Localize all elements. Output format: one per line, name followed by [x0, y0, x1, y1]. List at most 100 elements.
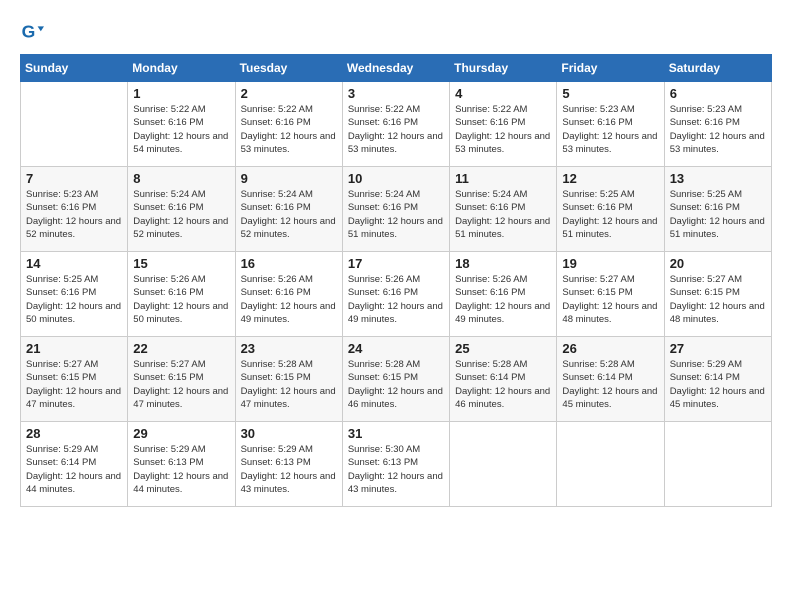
calendar-cell: 24 Sunrise: 5:28 AMSunset: 6:15 PMDayligh… — [342, 337, 449, 422]
calendar-cell: 27 Sunrise: 5:29 AMSunset: 6:14 PMDayligh… — [664, 337, 771, 422]
calendar-cell: 22 Sunrise: 5:27 AMSunset: 6:15 PMDayligh… — [128, 337, 235, 422]
day-number: 26 — [562, 341, 658, 356]
weekday-header-row: SundayMondayTuesdayWednesdayThursdayFrid… — [21, 55, 772, 82]
day-info: Sunrise: 5:28 AMSunset: 6:15 PMDaylight:… — [241, 358, 337, 411]
calendar-cell: 17 Sunrise: 5:26 AMSunset: 6:16 PMDayligh… — [342, 252, 449, 337]
calendar-cell: 3 Sunrise: 5:22 AMSunset: 6:16 PMDaylight… — [342, 82, 449, 167]
day-info: Sunrise: 5:22 AMSunset: 6:16 PMDaylight:… — [348, 103, 444, 156]
day-info: Sunrise: 5:25 AMSunset: 6:16 PMDaylight:… — [670, 188, 766, 241]
calendar-cell: 26 Sunrise: 5:28 AMSunset: 6:14 PMDayligh… — [557, 337, 664, 422]
calendar-cell: 31 Sunrise: 5:30 AMSunset: 6:13 PMDayligh… — [342, 422, 449, 507]
day-info: Sunrise: 5:26 AMSunset: 6:16 PMDaylight:… — [241, 273, 337, 326]
calendar-cell: 2 Sunrise: 5:22 AMSunset: 6:16 PMDaylight… — [235, 82, 342, 167]
calendar-cell: 8 Sunrise: 5:24 AMSunset: 6:16 PMDaylight… — [128, 167, 235, 252]
day-number: 9 — [241, 171, 337, 186]
day-info: Sunrise: 5:29 AMSunset: 6:13 PMDaylight:… — [133, 443, 229, 496]
day-number: 20 — [670, 256, 766, 271]
day-number: 19 — [562, 256, 658, 271]
day-info: Sunrise: 5:22 AMSunset: 6:16 PMDaylight:… — [455, 103, 551, 156]
day-info: Sunrise: 5:23 AMSunset: 6:16 PMDaylight:… — [562, 103, 658, 156]
day-info: Sunrise: 5:28 AMSunset: 6:15 PMDaylight:… — [348, 358, 444, 411]
calendar-cell: 23 Sunrise: 5:28 AMSunset: 6:15 PMDayligh… — [235, 337, 342, 422]
calendar-week-row: 14Sunrise: 5:25 AMSunset: 6:16 PMDayligh… — [21, 252, 772, 337]
day-number: 29 — [133, 426, 229, 441]
calendar-cell: 10 Sunrise: 5:24 AMSunset: 6:16 PMDayligh… — [342, 167, 449, 252]
day-info: Sunrise: 5:29 AMSunset: 6:14 PMDaylight:… — [670, 358, 766, 411]
day-info: Sunrise: 5:25 AMSunset: 6:16 PMDaylight:… — [26, 273, 122, 326]
calendar-cell: 30 Sunrise: 5:29 AMSunset: 6:13 PMDayligh… — [235, 422, 342, 507]
day-info: Sunrise: 5:28 AMSunset: 6:14 PMDaylight:… — [455, 358, 551, 411]
day-number: 12 — [562, 171, 658, 186]
day-number: 30 — [241, 426, 337, 441]
logo-icon: G — [20, 20, 44, 44]
day-number: 2 — [241, 86, 337, 101]
calendar-cell: 4Sunrise: 5:22 AMSunset: 6:16 PMDaylight… — [450, 82, 557, 167]
weekday-header-monday: Monday — [128, 55, 235, 82]
day-number: 10 — [348, 171, 444, 186]
day-number: 13 — [670, 171, 766, 186]
svg-text:G: G — [22, 22, 36, 42]
day-info: Sunrise: 5:24 AMSunset: 6:16 PMDaylight:… — [455, 188, 551, 241]
calendar-cell: 11 Sunrise: 5:24 AMSunset: 6:16 PMDayligh… — [450, 167, 557, 252]
day-info: Sunrise: 5:22 AMSunset: 6:16 PMDaylight:… — [133, 103, 229, 156]
day-info: Sunrise: 5:22 AMSunset: 6:16 PMDaylight:… — [241, 103, 337, 156]
day-number: 18 — [455, 256, 551, 271]
day-info: Sunrise: 5:29 AMSunset: 6:14 PMDaylight:… — [26, 443, 122, 496]
day-info: Sunrise: 5:25 AMSunset: 6:16 PMDaylight:… — [562, 188, 658, 241]
calendar-cell — [450, 422, 557, 507]
day-number: 28 — [26, 426, 122, 441]
day-number: 25 — [455, 341, 551, 356]
calendar-cell: 12 Sunrise: 5:25 AMSunset: 6:16 PMDayligh… — [557, 167, 664, 252]
day-number: 31 — [348, 426, 444, 441]
calendar-week-row: 28 Sunrise: 5:29 AMSunset: 6:14 PMDayligh… — [21, 422, 772, 507]
day-info: Sunrise: 5:24 AMSunset: 6:16 PMDaylight:… — [241, 188, 337, 241]
day-number: 23 — [241, 341, 337, 356]
calendar-table: SundayMondayTuesdayWednesdayThursdayFrid… — [20, 54, 772, 507]
calendar-cell — [664, 422, 771, 507]
day-number: 17 — [348, 256, 444, 271]
day-info: Sunrise: 5:28 AMSunset: 6:14 PMDaylight:… — [562, 358, 658, 411]
calendar-cell: 18Sunrise: 5:26 AMSunset: 6:16 PMDayligh… — [450, 252, 557, 337]
day-number: 7 — [26, 171, 122, 186]
day-info: Sunrise: 5:27 AMSunset: 6:15 PMDaylight:… — [26, 358, 122, 411]
calendar-cell: 21Sunrise: 5:27 AMSunset: 6:15 PMDayligh… — [21, 337, 128, 422]
day-info: Sunrise: 5:23 AMSunset: 6:16 PMDaylight:… — [670, 103, 766, 156]
calendar-cell: 14Sunrise: 5:25 AMSunset: 6:16 PMDayligh… — [21, 252, 128, 337]
weekday-header-friday: Friday — [557, 55, 664, 82]
day-info: Sunrise: 5:23 AMSunset: 6:16 PMDaylight:… — [26, 188, 122, 241]
calendar-week-row: 21Sunrise: 5:27 AMSunset: 6:15 PMDayligh… — [21, 337, 772, 422]
day-number: 16 — [241, 256, 337, 271]
calendar-cell: 20 Sunrise: 5:27 AMSunset: 6:15 PMDayligh… — [664, 252, 771, 337]
calendar-cell: 28 Sunrise: 5:29 AMSunset: 6:14 PMDayligh… — [21, 422, 128, 507]
header: G — [20, 20, 772, 44]
day-number: 3 — [348, 86, 444, 101]
calendar-cell: 1Sunrise: 5:22 AMSunset: 6:16 PMDaylight… — [128, 82, 235, 167]
day-number: 27 — [670, 341, 766, 356]
day-info: Sunrise: 5:27 AMSunset: 6:15 PMDaylight:… — [133, 358, 229, 411]
calendar-cell — [557, 422, 664, 507]
day-number: 8 — [133, 171, 229, 186]
day-info: Sunrise: 5:27 AMSunset: 6:15 PMDaylight:… — [562, 273, 658, 326]
calendar-cell: 16 Sunrise: 5:26 AMSunset: 6:16 PMDayligh… — [235, 252, 342, 337]
calendar-cell: 5Sunrise: 5:23 AMSunset: 6:16 PMDaylight… — [557, 82, 664, 167]
calendar-cell: 13 Sunrise: 5:25 AMSunset: 6:16 PMDayligh… — [664, 167, 771, 252]
calendar-cell: 19 Sunrise: 5:27 AMSunset: 6:15 PMDayligh… — [557, 252, 664, 337]
day-number: 22 — [133, 341, 229, 356]
day-info: Sunrise: 5:24 AMSunset: 6:16 PMDaylight:… — [133, 188, 229, 241]
calendar-cell — [21, 82, 128, 167]
calendar-cell: 7 Sunrise: 5:23 AMSunset: 6:16 PMDaylight… — [21, 167, 128, 252]
day-info: Sunrise: 5:26 AMSunset: 6:16 PMDaylight:… — [133, 273, 229, 326]
day-info: Sunrise: 5:26 AMSunset: 6:16 PMDaylight:… — [348, 273, 444, 326]
weekday-header-tuesday: Tuesday — [235, 55, 342, 82]
day-info: Sunrise: 5:29 AMSunset: 6:13 PMDaylight:… — [241, 443, 337, 496]
day-number: 11 — [455, 171, 551, 186]
calendar-cell: 6Sunrise: 5:23 AMSunset: 6:16 PMDaylight… — [664, 82, 771, 167]
day-info: Sunrise: 5:30 AMSunset: 6:13 PMDaylight:… — [348, 443, 444, 496]
day-number: 24 — [348, 341, 444, 356]
weekday-header-wednesday: Wednesday — [342, 55, 449, 82]
day-info: Sunrise: 5:27 AMSunset: 6:15 PMDaylight:… — [670, 273, 766, 326]
day-info: Sunrise: 5:24 AMSunset: 6:16 PMDaylight:… — [348, 188, 444, 241]
calendar-cell: 15Sunrise: 5:26 AMSunset: 6:16 PMDayligh… — [128, 252, 235, 337]
weekday-header-saturday: Saturday — [664, 55, 771, 82]
calendar-week-row: 7 Sunrise: 5:23 AMSunset: 6:16 PMDaylight… — [21, 167, 772, 252]
